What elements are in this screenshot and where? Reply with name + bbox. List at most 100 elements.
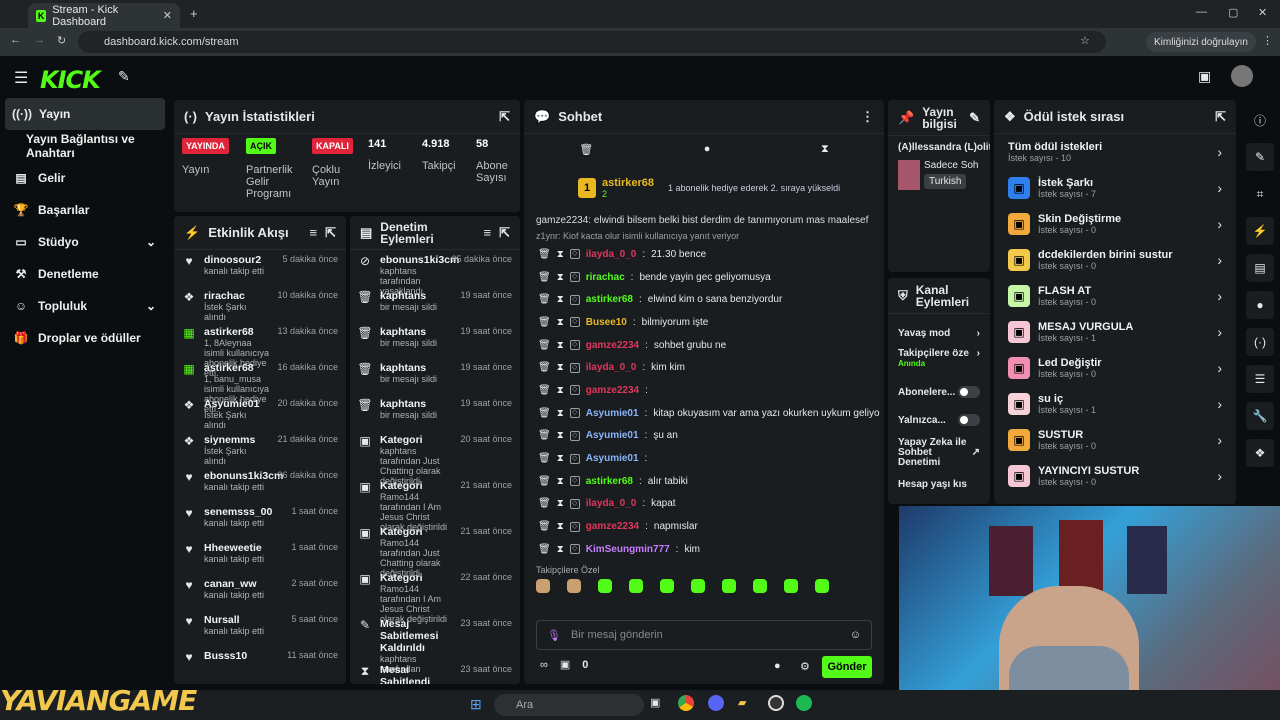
account-age-row[interactable]: Hesap yaşı kıs (898, 472, 980, 496)
activity-username[interactable]: Asyumie01 (204, 398, 269, 410)
hourglass-icon[interactable]: ⧗ (557, 544, 564, 555)
reward-item[interactable]: ▣ MESAJ VURGULA İstek sayısı - 1 › (994, 314, 1236, 350)
emote-icon[interactable] (784, 578, 798, 593)
trash-icon[interactable]: 🗑 (538, 249, 551, 260)
reward-item[interactable]: ▣ YAYINCIYI SUSTUR İstek sayısı - 0 › (994, 458, 1236, 494)
trash-icon[interactable]: 🗑 (538, 521, 551, 532)
tab-close-icon[interactable]: ✕ (163, 9, 172, 22)
chat-username[interactable]: Asyumie01 (586, 453, 639, 464)
activity-username[interactable]: Nursall (204, 614, 283, 626)
windows-start-icon[interactable]: ⊞ (470, 696, 482, 713)
points-icon[interactable]: ∞ (540, 659, 548, 671)
popout-icon[interactable]: ⇱ (499, 109, 510, 125)
chat-username[interactable]: ilayda_0_0 (586, 362, 637, 373)
trash-icon[interactable]: 🗑 (538, 476, 551, 487)
hourglass-icon[interactable]: ⧗ (557, 521, 564, 532)
activity-username[interactable]: dinoosour2 (204, 254, 274, 266)
gear-icon[interactable]: ⚙ (800, 660, 810, 673)
browser-tab[interactable]: K Stream - Kick Dashboard ✕ (28, 3, 180, 28)
chat-username[interactable]: KimSeungmin777 (586, 544, 670, 555)
followers-mode-row[interactable]: Takipçilere öze › Anında (898, 348, 980, 378)
activity-username[interactable]: astirker68 (204, 362, 269, 374)
task-view-icon[interactable]: ▣ (650, 696, 660, 709)
hourglass-icon[interactable]: ⧗ (821, 143, 829, 156)
emote-icon[interactable] (629, 578, 643, 593)
avatar[interactable] (1231, 65, 1253, 87)
trash-icon[interactable]: 🗑 (538, 317, 551, 328)
reload-icon[interactable]: ↻ (57, 34, 66, 47)
edit-icon[interactable]: ✎ (969, 110, 980, 126)
hourglass-icon[interactable]: ⧗ (557, 272, 564, 283)
chat-bubble-icon[interactable]: ● (704, 143, 711, 155)
activity-username[interactable]: siynemms (204, 434, 269, 446)
obs-icon[interactable] (768, 695, 784, 711)
edit-icon[interactable]: ✎ (1246, 143, 1274, 171)
forward-icon[interactable]: → (34, 34, 45, 46)
sidebar-item-topluluk[interactable]: ☺ Topluluk ⌄ (0, 290, 170, 322)
new-tab-icon[interactable]: + (190, 6, 198, 21)
layers-icon[interactable]: ☰ (1246, 365, 1274, 393)
reward-item[interactable]: ▣ Skin Değiştirme İstek sayısı - 0 › (994, 206, 1236, 242)
bookmark-star-icon[interactable]: ☆ (1080, 34, 1090, 47)
sidebar-item-basarilar[interactable]: 🏆 Başarılar (0, 194, 170, 226)
reward-item[interactable]: ▣ SUSTUR İstek sayısı - 0 › (994, 422, 1236, 458)
trash-icon[interactable]: 🗑 (538, 362, 551, 373)
crop-icon[interactable]: ⌗ (1246, 180, 1274, 208)
folder-icon[interactable]: ▰ (738, 696, 746, 709)
sidebar-item-gelir[interactable]: ▤ Gelir (0, 162, 170, 194)
hourglass-icon[interactable]: ⧗ (557, 340, 564, 351)
broadcast-icon[interactable]: (·) (1246, 328, 1274, 356)
taskbar-search[interactable]: Ara (494, 694, 644, 716)
tool-icon[interactable]: ✎ (118, 68, 130, 85)
trash-icon[interactable]: 🗑 (579, 143, 593, 156)
chat-username[interactable]: Asyumie01 (586, 430, 639, 441)
wrench-icon[interactable]: 🔧 (1246, 402, 1274, 430)
chat-username[interactable]: gamze2234 (586, 340, 639, 351)
address-bar[interactable]: dashboard.kick.com/stream (78, 31, 1106, 53)
profile-chip[interactable]: Kimliğinizi doğrulayın (1146, 32, 1256, 52)
trash-icon[interactable]: 🗑 (538, 453, 551, 464)
minimize-icon[interactable]: — (1196, 6, 1207, 18)
trash-icon[interactable]: 🗑 (538, 408, 551, 419)
only-toggle[interactable] (958, 414, 980, 426)
doc-icon[interactable]: ▤ (1246, 254, 1274, 282)
wallet-icon[interactable]: ▣ (1198, 68, 1211, 85)
filter-icon[interactable]: ≡ (310, 225, 318, 240)
chat-username[interactable]: gamze2234 (586, 385, 639, 396)
hourglass-icon[interactable]: ⧗ (557, 362, 564, 373)
maximize-icon[interactable]: ▢ (1228, 6, 1238, 19)
kick-logo[interactable]: KICK (40, 66, 101, 94)
chat-icon[interactable]: ● (1246, 291, 1274, 319)
slow-mode-row[interactable]: Yavaş mod › (898, 318, 980, 348)
popout-icon[interactable]: ⇱ (1215, 109, 1226, 125)
hourglass-icon[interactable]: ⧗ (557, 476, 564, 487)
hourglass-icon[interactable]: ⧗ (557, 408, 564, 419)
trash-icon[interactable]: 🗑 (538, 430, 551, 441)
trash-icon[interactable]: 🗑 (538, 340, 551, 351)
emoji-icon[interactable]: ☺ (850, 629, 861, 641)
chat-username[interactable]: ilayda_0_0 (586, 498, 637, 509)
activity-username[interactable]: rirachac (204, 290, 269, 302)
activity-username[interactable]: Hheeweetie (204, 542, 283, 554)
spotify-icon[interactable] (796, 695, 812, 711)
reward-item[interactable]: ▣ su iç İstek sayısı - 1 › (994, 386, 1236, 422)
window-close-icon[interactable]: ✕ (1258, 6, 1267, 19)
sidebar-item-stream-key[interactable]: Yayın Bağlantısı ve Anahtarı (0, 130, 170, 162)
hourglass-icon[interactable]: ⧗ (557, 294, 564, 305)
emote-icon[interactable] (536, 578, 550, 593)
emote-icon[interactable] (598, 578, 612, 593)
hourglass-icon[interactable]: ⧗ (557, 498, 564, 509)
chat-username[interactable]: gamze2234 (586, 521, 639, 532)
info-icon[interactable]: ⓘ (1246, 106, 1274, 134)
chat-username[interactable]: Asyumie01 (586, 408, 639, 419)
sidebar-item-studyo[interactable]: ▭ Stüdyo ⌄ (0, 226, 170, 258)
bolt-icon[interactable]: ⚡ (1246, 217, 1274, 245)
hourglass-icon[interactable]: ⧗ (557, 453, 564, 464)
trash-icon[interactable]: 🗑 (538, 498, 551, 509)
language-tag[interactable]: Turkish (924, 174, 967, 189)
chat-username[interactable]: astirker68 (586, 294, 633, 305)
microphone-icon[interactable]: 🎙 (547, 629, 561, 642)
all-rewards-row[interactable]: Tüm ödül istekleri İstek sayısı - 10 › (994, 134, 1236, 170)
emote-icon[interactable] (691, 578, 705, 593)
chat-bubble-icon[interactable]: ● (774, 660, 781, 672)
